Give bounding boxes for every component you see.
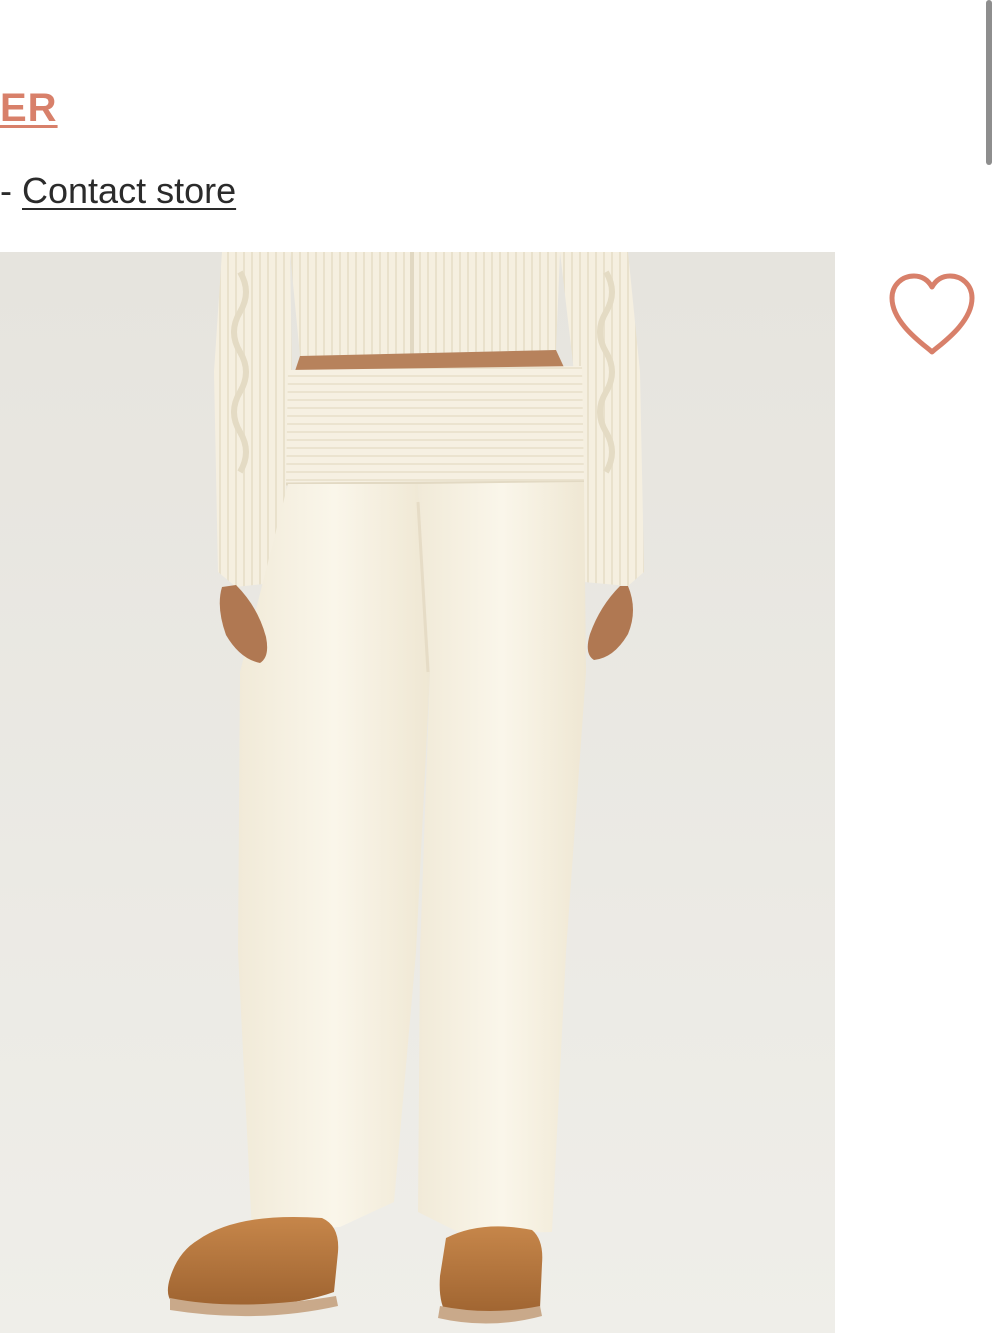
product-page: ER - Contact store xyxy=(0,0,1000,1333)
contact-dash: - xyxy=(0,170,22,211)
heart-outline-icon xyxy=(889,273,975,355)
favorite-button[interactable] xyxy=(886,272,978,358)
seller-link[interactable]: ER xyxy=(0,86,58,131)
contact-line: - Contact store xyxy=(0,170,236,212)
product-image[interactable] xyxy=(0,252,835,1333)
product-photo-illustration xyxy=(0,252,835,1333)
contact-store-link[interactable]: Contact store xyxy=(22,170,236,211)
scrollbar[interactable] xyxy=(986,0,992,165)
